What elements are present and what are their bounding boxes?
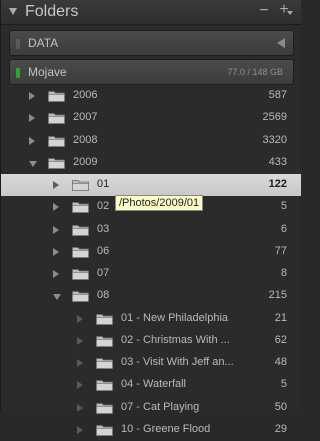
folder-tree: 2006 587 2007 2569 2008 3320 2009 433 01 122 02 5 03… xyxy=(1,85,301,441)
panel-header[interactable]: Folders − + xyxy=(1,0,301,25)
photo-count: 77 xyxy=(274,244,287,257)
folder-label: 2009 xyxy=(73,155,98,168)
tree-row[interactable]: 2008 3320 xyxy=(1,130,301,152)
photo-count: 21 xyxy=(274,311,287,324)
tree-row[interactable]: 01 - New Philadelphia 21 xyxy=(1,308,301,330)
folder-label: 2007 xyxy=(73,111,98,124)
disclosure-closed-icon[interactable] xyxy=(53,225,59,234)
minus-icon[interactable]: − xyxy=(257,3,271,19)
folder-icon xyxy=(96,380,113,392)
disclosure-closed-icon[interactable] xyxy=(77,403,83,412)
folder-label: 02 - Christmas With ... xyxy=(121,333,230,346)
photo-count: 50 xyxy=(274,400,287,413)
photo-count: 433 xyxy=(268,155,287,168)
disclosure-closed-icon[interactable] xyxy=(77,381,83,390)
disclosure-closed-icon[interactable] xyxy=(53,203,59,212)
folder-label: 03 xyxy=(97,222,110,235)
photo-count: 2569 xyxy=(262,111,287,124)
photo-count: 5 xyxy=(280,200,287,213)
tree-row[interactable]: 08 215 xyxy=(1,285,301,307)
path-tooltip: /Photos/2009/01 xyxy=(115,195,204,211)
photo-count: 62 xyxy=(274,333,287,346)
volume-status-led xyxy=(16,39,20,49)
folder-icon xyxy=(96,335,113,347)
tree-row[interactable]: 2006 587 xyxy=(1,85,301,107)
folder-label: 01 xyxy=(97,178,110,190)
disclosure-closed-icon[interactable] xyxy=(77,359,83,367)
folder-label: 02 xyxy=(97,200,110,213)
folder-icon xyxy=(96,402,113,414)
folder-icon xyxy=(96,358,113,369)
folder-icon xyxy=(72,180,89,191)
tree-row[interactable]: 07 - Cat Playing 50 xyxy=(1,397,301,419)
disclosure-closed-icon[interactable] xyxy=(29,114,35,123)
photo-count: 3320 xyxy=(262,133,287,146)
tree-row[interactable]: 03 - Visit With Jeff an... 48 xyxy=(1,352,301,374)
collapse-arrow-icon[interactable] xyxy=(277,38,285,48)
tree-row[interactable]: 02 - Christmas With ... 62 xyxy=(1,330,301,352)
disclosure-closed-icon[interactable] xyxy=(77,314,83,323)
folder-label: 06 xyxy=(97,244,110,257)
folder-icon xyxy=(96,424,113,436)
photo-count: 587 xyxy=(268,89,287,101)
plus-icon[interactable]: + xyxy=(277,2,293,18)
folder-icon xyxy=(72,224,89,236)
folder-icon xyxy=(48,91,65,102)
photo-count: 8 xyxy=(280,267,287,279)
folder-icon xyxy=(48,113,65,125)
tree-row[interactable]: 10 - Greene Flood 29 xyxy=(1,419,301,441)
photo-count: 215 xyxy=(268,289,287,302)
folder-label: 08 xyxy=(97,289,110,302)
folder-label: 04 - Waterfall xyxy=(121,378,187,391)
volume-mojave[interactable]: Mojave 77.0 / 148 GB xyxy=(9,59,294,85)
folder-icon xyxy=(72,291,89,303)
tree-row[interactable]: 03 6 xyxy=(1,219,301,241)
disclosure-closed-icon[interactable] xyxy=(29,92,35,100)
folder-label: 10 - Greene Flood xyxy=(121,422,211,435)
photo-count: 6 xyxy=(280,222,287,235)
folder-label: 2008 xyxy=(73,133,98,146)
disclosure-closed-icon[interactable] xyxy=(53,247,59,256)
disclosure-closed-icon[interactable] xyxy=(53,270,59,278)
volume-data[interactable]: DATA xyxy=(9,30,294,56)
disclosure-closed-icon[interactable] xyxy=(29,136,35,145)
tree-row[interactable]: 06 77 xyxy=(1,241,301,263)
photo-count: 5 xyxy=(280,378,287,391)
folder-icon xyxy=(96,313,113,325)
tree-row[interactable]: 01 122 xyxy=(1,174,301,197)
disclosure-closed-icon[interactable] xyxy=(77,425,83,434)
folder-icon xyxy=(72,269,89,280)
folder-label: 01 - New Philadelphia xyxy=(121,311,229,324)
disclosure-open-icon[interactable] xyxy=(29,160,37,167)
tree-row[interactable]: 2007 2569 xyxy=(1,107,301,129)
photo-count: 122 xyxy=(268,178,287,190)
volume-size: 77.0 / 148 GB xyxy=(227,67,283,77)
tree-row[interactable]: 07 8 xyxy=(1,263,301,285)
folders-panel: Folders − + DATA Mojave 77.0 / 148 GB 20… xyxy=(0,0,301,436)
photo-count: 29 xyxy=(274,422,287,435)
folder-label: 07 xyxy=(97,267,110,279)
volume-status-led xyxy=(16,68,20,78)
volume-name: DATA xyxy=(28,36,59,50)
tree-row[interactable]: 04 - Waterfall 5 xyxy=(1,374,301,396)
disclosure-closed-icon[interactable] xyxy=(77,336,83,345)
folder-label: 2006 xyxy=(73,89,98,101)
folder-icon xyxy=(48,157,65,169)
disclosure-closed-icon[interactable] xyxy=(53,181,59,189)
photo-count: 48 xyxy=(274,356,287,368)
disclosure-triangle-icon[interactable] xyxy=(9,8,17,15)
folder-icon xyxy=(72,202,89,214)
disclosure-open-icon[interactable] xyxy=(53,294,61,301)
folder-icon xyxy=(48,135,65,147)
volume-name: Mojave xyxy=(28,65,67,79)
tree-row[interactable]: 2009 433 xyxy=(1,152,301,174)
panel-title: Folders xyxy=(25,3,79,20)
folder-label: 07 - Cat Playing xyxy=(121,400,200,413)
folder-label: 03 - Visit With Jeff an... xyxy=(121,356,234,368)
folder-icon xyxy=(72,246,89,258)
